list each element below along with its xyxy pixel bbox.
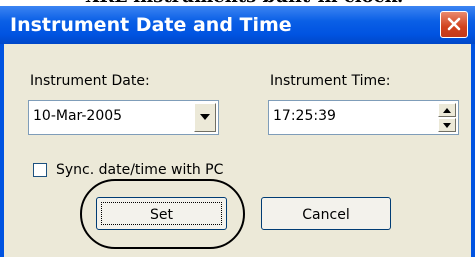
dialog-window: Instrument Date and Time Instrument Date… [0, 6, 475, 257]
cancel-button[interactable]: Cancel [261, 197, 391, 230]
arrow-down-icon [443, 123, 451, 128]
close-button[interactable] [440, 11, 468, 38]
time-value: 17:25:39 [273, 108, 336, 124]
date-label: Instrument Date: [30, 73, 150, 89]
date-dropdown[interactable]: 10-Mar-2005 [28, 100, 219, 135]
time-increment-button[interactable] [438, 103, 456, 117]
window-border-right [471, 44, 475, 257]
cancel-button-label: Cancel [302, 207, 350, 223]
highlight-oval [80, 179, 245, 249]
time-label: Instrument Time: [270, 73, 391, 89]
title-bar: Instrument Date and Time [0, 6, 475, 44]
sync-label: Sync. date/time with PC [56, 162, 224, 178]
dialog-title: Instrument Date and Time [10, 14, 292, 36]
date-value: 10-Mar-2005 [33, 108, 123, 124]
window-border-left [0, 44, 4, 257]
time-input[interactable]: 17:25:39 [268, 100, 459, 135]
close-icon [447, 17, 461, 31]
date-dropdown-button[interactable] [194, 103, 216, 132]
time-decrement-button[interactable] [438, 118, 456, 132]
chevron-down-icon [200, 114, 210, 120]
sync-checkbox[interactable] [33, 163, 47, 177]
arrow-up-icon [443, 108, 451, 113]
